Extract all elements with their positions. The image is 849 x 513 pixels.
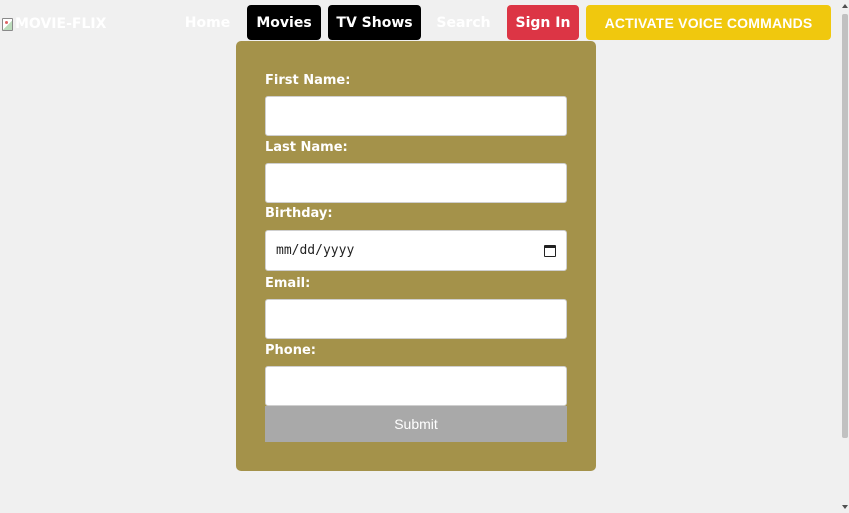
broken-image-icon xyxy=(2,17,13,31)
submit-button[interactable]: Submit xyxy=(265,406,567,442)
activate-voice-commands-button[interactable]: ACTIVATE VOICE COMMANDS xyxy=(586,5,831,40)
sign-in-button[interactable]: Sign In xyxy=(507,5,579,40)
phone-input[interactable] xyxy=(265,366,567,406)
site-logo[interactable]: MOVIE-FLIX xyxy=(2,12,106,36)
email-input[interactable] xyxy=(265,299,567,339)
logo-alt-text: MOVIE-FLIX xyxy=(15,16,107,32)
page: MOVIE-FLIX Home Movies TV Shows Search S… xyxy=(0,0,849,513)
calendar-icon[interactable] xyxy=(544,244,556,257)
scroll-up-arrow-icon[interactable] xyxy=(842,4,848,8)
last-name-label: Last Name: xyxy=(265,140,348,155)
email-label: Email: xyxy=(265,276,311,291)
first-name-input[interactable] xyxy=(265,96,567,136)
first-name-label: First Name: xyxy=(265,73,351,88)
nav-movies-button[interactable]: Movies xyxy=(247,5,321,40)
scrollbar-thumb[interactable] xyxy=(842,14,848,438)
nav-tv-shows-button[interactable]: TV Shows xyxy=(328,5,421,40)
vertical-scrollbar[interactable] xyxy=(841,0,849,513)
phone-label: Phone: xyxy=(265,343,316,358)
scroll-down-arrow-icon[interactable] xyxy=(842,505,848,509)
birthday-label: Birthday: xyxy=(265,206,333,221)
birthday-placeholder: mm/dd/yyyy xyxy=(276,243,355,258)
nav-home-link[interactable]: Home xyxy=(180,5,235,40)
last-name-input[interactable] xyxy=(265,163,567,203)
nav-search-link[interactable]: Search xyxy=(431,5,496,40)
birthday-date-input[interactable]: mm/dd/yyyy xyxy=(265,230,567,271)
registration-form: First Name: Last Name: Birthday: mm/dd/y… xyxy=(236,41,596,471)
